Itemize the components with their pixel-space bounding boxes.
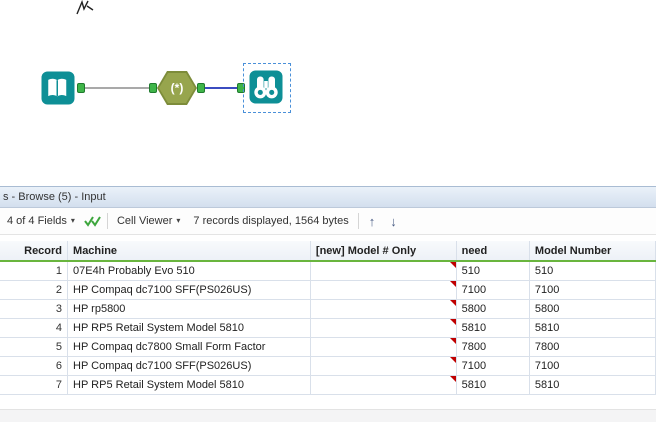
table-row[interactable]: 4 HP RP5 Retail System Model 5810 5810 5810: [0, 318, 656, 338]
model-number-cell[interactable]: 5800: [529, 299, 656, 319]
model-number-cell[interactable]: 7800: [529, 337, 656, 357]
need-cell[interactable]: 7800: [456, 337, 530, 357]
chevron-down-icon: ▾: [70, 216, 75, 225]
record-number-cell[interactable]: 1: [0, 261, 69, 281]
need-cell[interactable]: 7100: [456, 280, 530, 300]
grid-body: 1 07E4h Probably Evo 510 510 510 2 HP Compaq …: [0, 261, 656, 395]
model-number-cell[interactable]: 5810: [529, 375, 656, 395]
records-info: 7 records displayed, 1564 bytes: [193, 215, 349, 227]
model-only-cell[interactable]: [310, 375, 457, 395]
grid-header-row: Record Machine [new] Model # Only need Model…: [0, 241, 656, 262]
input-data-book-icon: [41, 71, 75, 105]
apply-double-check-icon[interactable]: [84, 215, 102, 227]
machine-cell[interactable]: HP RP5 Retail System Model 5810: [67, 318, 311, 338]
cell-warning-corner-icon: [449, 376, 456, 382]
cell-viewer-dropdown[interactable]: Cell Viewer ▾: [113, 213, 184, 229]
results-toolbar: 4 of 4 Fields ▾ Cell Viewer ▾ 7 records …: [0, 208, 656, 235]
column-header[interactable]: Machine: [67, 241, 311, 262]
cell-warning-corner-icon: [449, 281, 456, 287]
model-only-cell[interactable]: [310, 318, 457, 338]
record-number-cell[interactable]: 4: [0, 318, 69, 338]
connection-regex-browse-selected[interactable]: [205, 87, 237, 89]
fields-dropdown-label: 4 of 4 Fields: [7, 215, 67, 227]
need-cell[interactable]: 5810: [456, 318, 530, 338]
need-cell[interactable]: 510: [456, 261, 530, 281]
record-number-cell[interactable]: 7: [0, 375, 69, 395]
record-number-cell[interactable]: 2: [0, 280, 69, 300]
toolbar-separator: [357, 213, 359, 229]
machine-cell[interactable]: HP RP5 Retail System Model 5810: [67, 375, 311, 395]
need-cell[interactable]: 5800: [456, 299, 530, 319]
machine-cell[interactable]: 07E4h Probably Evo 510: [67, 261, 311, 281]
results-pane: s - Browse (5) - Input 4 of 4 Fields ▾ C…: [0, 186, 656, 422]
model-number-cell[interactable]: 510: [529, 261, 656, 281]
regex-glyph: (*): [159, 73, 195, 103]
binoculars-icon: [249, 70, 283, 104]
need-cell[interactable]: 7100: [456, 356, 530, 376]
record-number-cell[interactable]: 3: [0, 299, 69, 319]
column-header[interactable]: Model Number: [529, 241, 656, 262]
results-title-bar: s - Browse (5) - Input: [0, 186, 656, 208]
scroll-up-button[interactable]: ↑: [364, 214, 381, 229]
machine-cell[interactable]: HP Compaq dc7100 SFF(PS026US): [67, 356, 311, 376]
chevron-down-icon: ▾: [176, 216, 181, 225]
record-number-cell[interactable]: 6: [0, 356, 69, 376]
cell-warning-corner-icon: [449, 300, 456, 306]
table-row[interactable]: 2 HP Compaq dc7100 SFF(PS026US) 7100 7100: [0, 280, 656, 300]
cell-warning-corner-icon: [449, 357, 456, 363]
horizontal-scrollbar[interactable]: [0, 409, 656, 422]
model-only-cell[interactable]: [310, 356, 457, 376]
input-anchor[interactable]: [149, 83, 157, 93]
output-anchor[interactable]: [77, 83, 85, 93]
column-header[interactable]: [new] Model # Only: [310, 241, 457, 262]
need-cell[interactable]: 5810: [456, 375, 530, 395]
results-grid: Record Machine [new] Model # Only need Model…: [0, 241, 656, 395]
cell-viewer-label: Cell Viewer: [116, 215, 173, 227]
fields-dropdown[interactable]: 4 of 4 Fields ▾: [3, 213, 79, 229]
machine-cell[interactable]: HP rp5800: [67, 299, 311, 319]
scroll-down-button[interactable]: ↓: [385, 214, 402, 229]
model-only-cell[interactable]: [310, 299, 457, 319]
model-number-cell[interactable]: 7100: [529, 356, 656, 376]
model-number-cell[interactable]: 7100: [529, 280, 656, 300]
column-header[interactable]: need: [456, 241, 530, 262]
model-only-cell[interactable]: [310, 261, 457, 281]
workflow-canvas[interactable]: (*): [0, 0, 656, 186]
connection-input-regex[interactable]: [85, 87, 149, 89]
results-title: s - Browse (5) - Input: [3, 191, 106, 203]
model-number-cell[interactable]: 5810: [529, 318, 656, 338]
table-row[interactable]: 1 07E4h Probably Evo 510 510 510: [0, 261, 656, 281]
toolbar-separator: [106, 213, 108, 229]
table-row[interactable]: 5 HP Compaq dc7800 Small Form Factor 7800 7…: [0, 337, 656, 357]
table-row[interactable]: 7 HP RP5 Retail System Model 5810 5810 5810: [0, 375, 656, 395]
model-only-cell[interactable]: [310, 337, 457, 357]
table-row[interactable]: 6 HP Compaq dc7100 SFF(PS026US) 7100 7100: [0, 356, 656, 376]
record-number-cell[interactable]: 5: [0, 337, 69, 357]
table-row[interactable]: 3 HP rp5800 5800 5800: [0, 299, 656, 319]
regex-tool[interactable]: (*): [157, 71, 197, 105]
machine-cell[interactable]: HP Compaq dc7100 SFF(PS026US): [67, 280, 311, 300]
machine-cell[interactable]: HP Compaq dc7800 Small Form Factor: [67, 337, 311, 357]
browse-tool[interactable]: [248, 69, 284, 105]
output-anchor[interactable]: [197, 83, 205, 93]
input-data-tool[interactable]: [40, 70, 76, 106]
cell-warning-corner-icon: [449, 262, 456, 268]
cell-warning-corner-icon: [449, 319, 456, 325]
cell-warning-corner-icon: [449, 338, 456, 344]
results-table: Record Machine [new] Model # Only need Model…: [0, 241, 656, 395]
canvas-annotation-mark: [76, 0, 94, 15]
model-only-cell[interactable]: [310, 280, 457, 300]
column-header[interactable]: Record: [0, 241, 69, 262]
